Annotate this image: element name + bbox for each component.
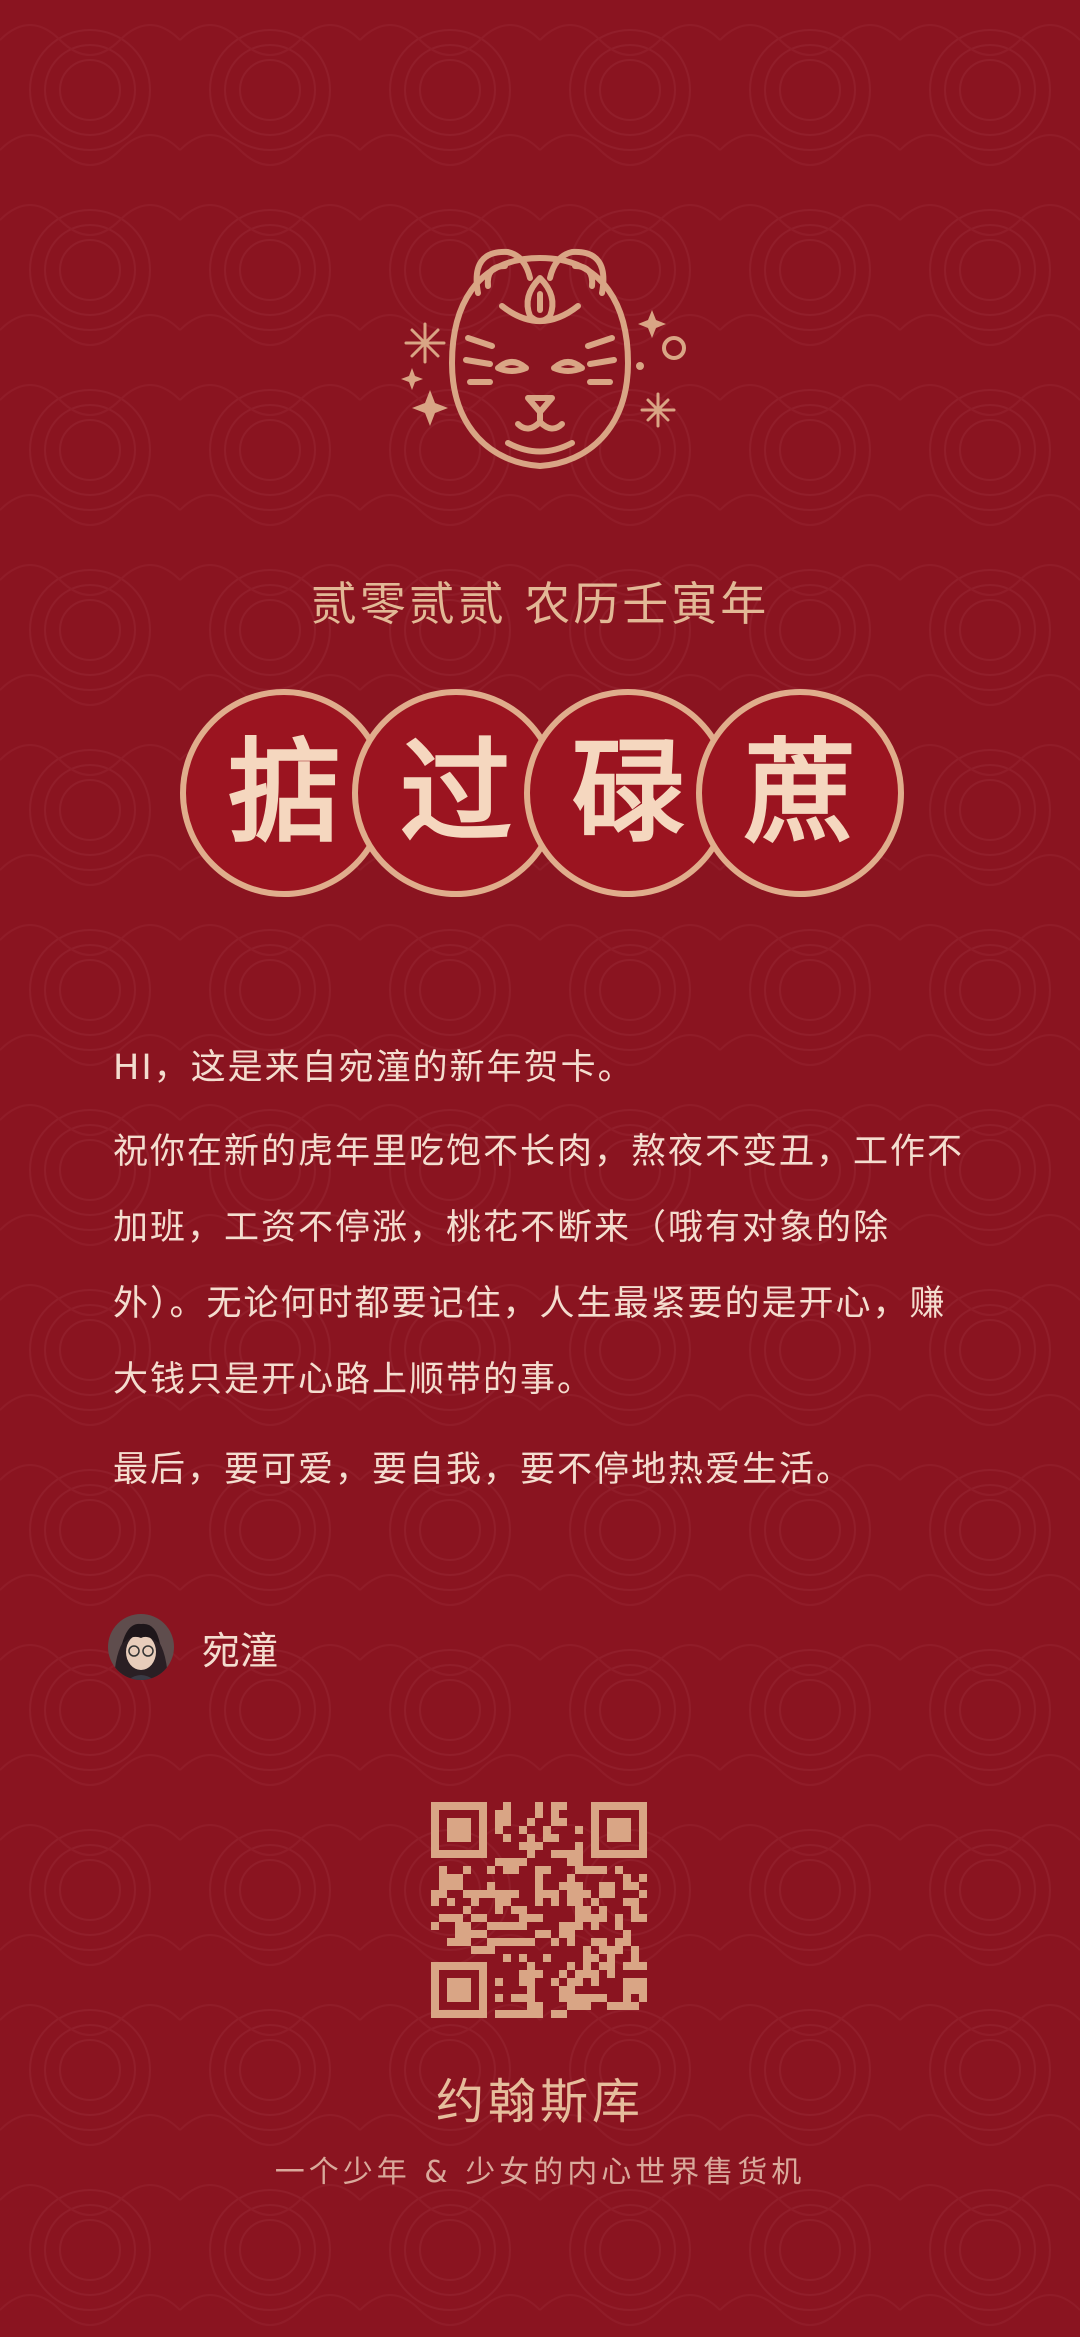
greeting-letter: HI，这是来自宛潼的新年贺卡。 祝你在新的虎年里吃饱不长肉，熬夜不变丑，工作不加… [113,1032,983,1506]
brand-name: 约翰斯库 [435,2074,644,2130]
blessing-char-4: 蔗 [696,689,904,897]
brand-slogan: 一个少年 & 少女的内心世界售货机 [274,2155,806,2190]
signature: 宛潼 [108,1612,278,1682]
signer-name: 宛潼 [202,1628,279,1673]
avatar [108,1614,174,1680]
tiger-head-icon [401,248,686,469]
blessing-seals: 掂 过 碌 蔗 [180,689,904,897]
greeting-line: HI，这是来自宛潼的新年贺卡。 [113,1048,635,1088]
lunar-year-line: 贰零贰贰 农历壬寅年 [310,577,770,631]
qr-code[interactable] [431,1802,647,2018]
wish-paragraph: 祝你在新的虎年里吃饱不长肉，熬夜不变丑，工作不加班，工资不停涨，桃花不断来（哦有… [113,1132,965,1400]
closing-line: 最后，要可爱，要自我，要不停地热爱生活。 [113,1450,854,1490]
